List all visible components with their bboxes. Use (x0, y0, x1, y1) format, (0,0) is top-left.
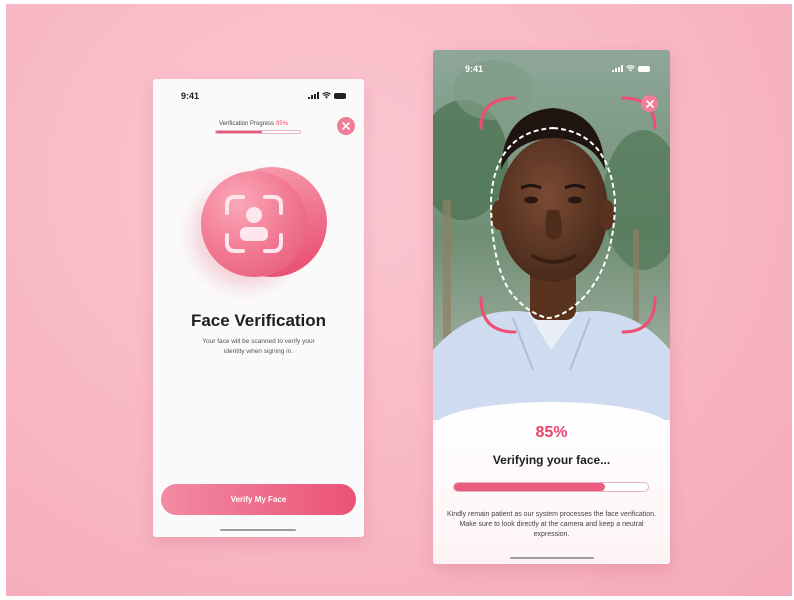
page-title: Face Verification (190, 311, 327, 330)
face-scan-icon (225, 195, 283, 253)
verification-progress-label: Verification Progress 85% (219, 121, 288, 127)
battery-icon (334, 92, 346, 99)
verification-note: Kindly remain patient as our system proc… (447, 511, 656, 538)
progress-percent-text: 85% (276, 121, 289, 127)
status-icons (308, 92, 346, 99)
signal-icon (308, 92, 319, 99)
status-bar: 9:41 (153, 89, 364, 103)
home-indicator (220, 529, 296, 531)
status-time: 9:41 (465, 64, 484, 74)
progress-label-text: Verification Progress (219, 121, 275, 127)
face-scan-illustration (195, 165, 327, 291)
wifi-icon (322, 92, 331, 99)
verification-progress-fill (454, 483, 606, 491)
face-verification-intro-screen: 9:41 Verification Progress 85% Face Veri… (153, 79, 364, 537)
verify-my-face-button[interactable]: Verify My Face (161, 484, 356, 515)
signal-icon (612, 65, 623, 72)
verification-progress-bar (215, 130, 301, 134)
illustration-disk-front (201, 171, 307, 277)
verifying-title: Verifying your face... (492, 453, 611, 467)
verification-percent: 85% (535, 424, 568, 441)
background-canvas: 9:41 Verification Progress 85% Face Veri… (6, 4, 792, 596)
page-subtitle: Your face will be scanned to verify your… (202, 338, 315, 355)
close-button[interactable] (641, 95, 658, 112)
status-icons (612, 65, 650, 72)
close-button[interactable] (337, 117, 355, 135)
wifi-icon (626, 65, 635, 72)
home-indicator (510, 557, 594, 559)
status-bar: 9:41 (433, 62, 670, 76)
close-icon (645, 99, 654, 108)
verification-progress-bar (453, 482, 649, 492)
close-icon (342, 122, 350, 130)
face-scanning-screen: 9:41 85% Verifying your face... Kindly r… (433, 50, 670, 564)
verification-progress-fill (216, 131, 263, 133)
camera-face-photo (433, 50, 670, 420)
status-time: 9:41 (181, 91, 200, 101)
battery-icon (638, 65, 650, 72)
